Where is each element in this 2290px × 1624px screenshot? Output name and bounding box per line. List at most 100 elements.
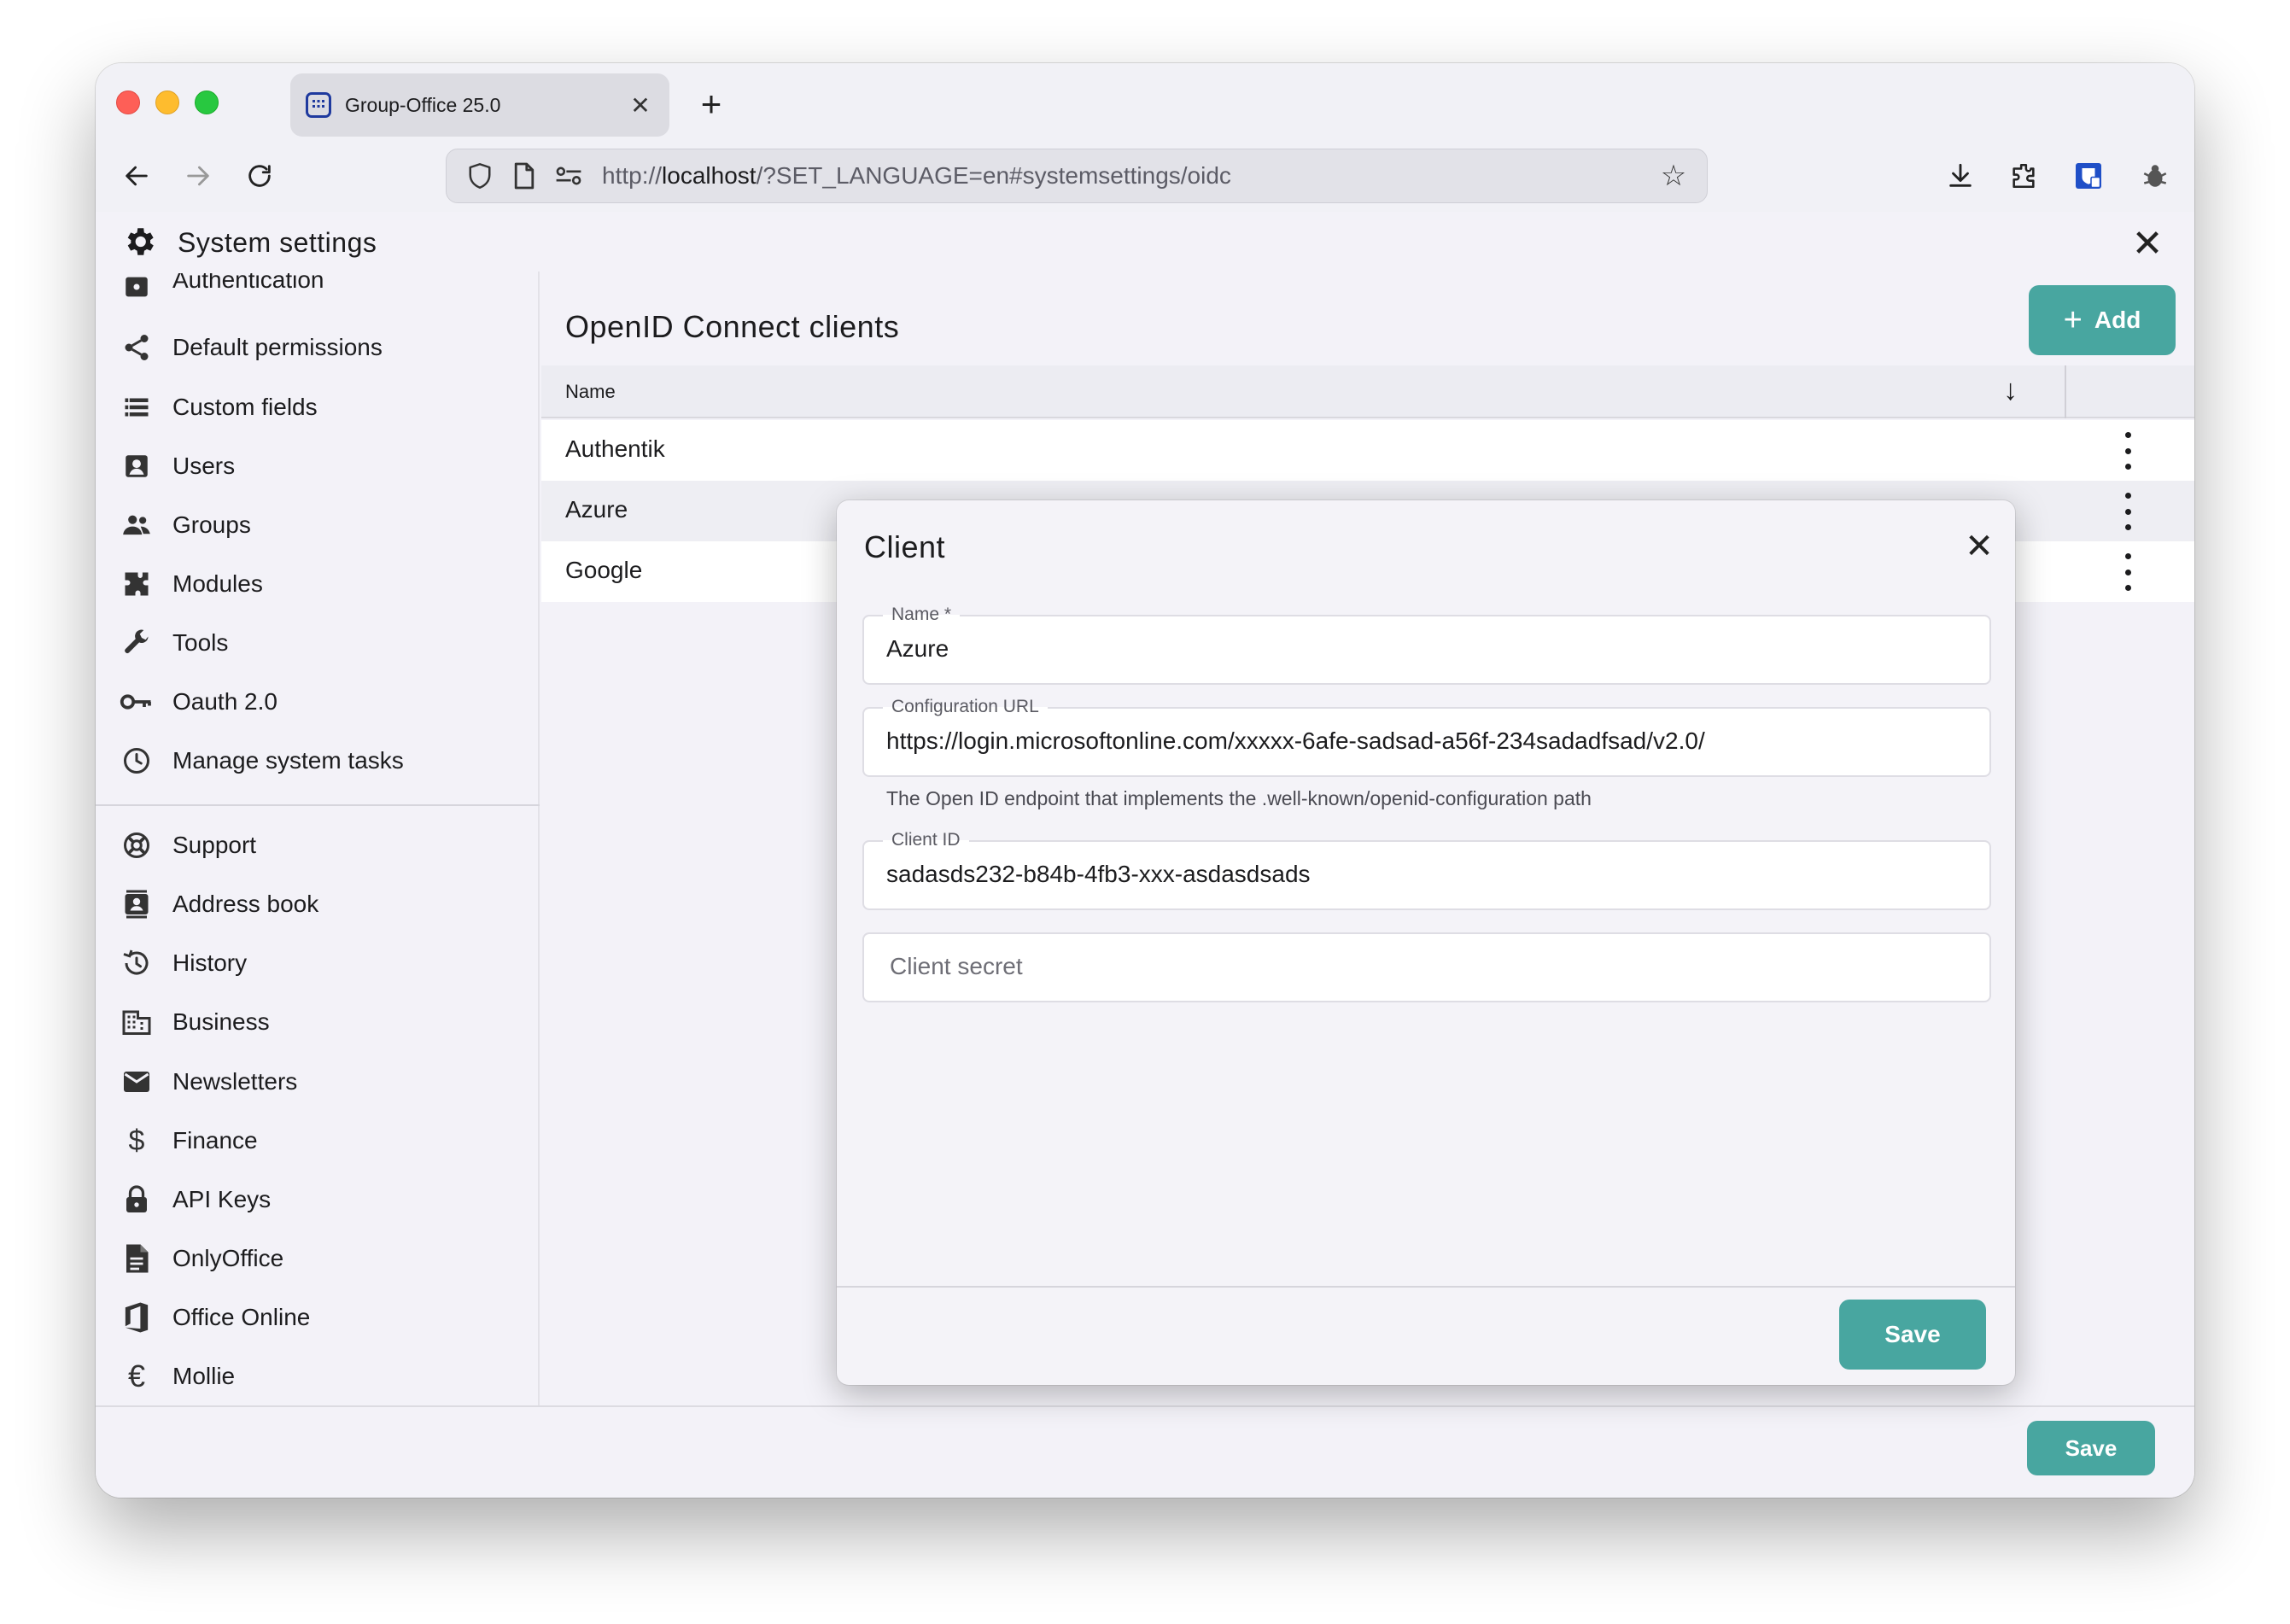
save-settings-button[interactable]: Save (2027, 1421, 2155, 1475)
user-icon (120, 449, 154, 483)
dialog-footer-divider (837, 1286, 2015, 1288)
section-title: OpenID Connect clients (565, 309, 900, 344)
sidebar-item-api-keys[interactable]: API Keys (96, 1173, 540, 1226)
page-icon[interactable] (505, 156, 544, 196)
add-client-button[interactable]: + Add (2029, 285, 2176, 355)
sidebar-item-office-online[interactable]: Office Online (96, 1291, 540, 1344)
sidebar-item-history[interactable]: History (96, 937, 540, 990)
name-field-value[interactable]: Azure (886, 635, 949, 663)
grid-header: Name ↓ (541, 365, 2194, 418)
reload-button[interactable] (236, 152, 283, 200)
document-icon (120, 1241, 154, 1276)
bitwarden-icon[interactable] (2065, 152, 2112, 200)
sidebar-item-authentication[interactable]: Authentication (96, 273, 540, 307)
more-vertical-icon[interactable] (2118, 432, 2138, 470)
reload-icon (248, 165, 271, 187)
configuration-url-label: Configuration URL (883, 697, 1048, 717)
sidebar-item-default-permissions[interactable]: Default permissions (96, 321, 540, 374)
download-icon[interactable] (1937, 152, 1984, 200)
group-icon (120, 508, 154, 542)
dollar-icon: $ (128, 1124, 145, 1157)
tab-close-icon[interactable]: ✕ (627, 91, 654, 120)
sidebar-item-address-book[interactable]: Address book (96, 878, 540, 931)
arrow-right-icon (187, 166, 209, 186)
tab-title: Group-Office 25.0 (345, 93, 501, 116)
app-header: System settings ✕ (96, 212, 2194, 272)
puzzle-icon (120, 567, 154, 601)
sidebar-item-groups[interactable]: Groups (96, 499, 540, 552)
url-bar[interactable]: http://localhost/?SET_LANGUAGE=en#system… (446, 149, 1708, 203)
sidebar-item-mollie[interactable]: € Mollie (96, 1350, 540, 1403)
client-secret-field[interactable]: Client secret (862, 932, 1991, 1002)
forward-button[interactable] (174, 152, 222, 200)
sidebar: Authentication Default permissions Custo… (96, 272, 540, 1407)
dialog-title: Client (864, 529, 946, 564)
sidebar-item-business[interactable]: Business (96, 996, 540, 1049)
history-icon (120, 946, 154, 980)
bookmark-star-icon[interactable]: ☆ (1654, 159, 1693, 193)
sidebar-item-custom-fields[interactable]: Custom fields (96, 381, 540, 434)
sidebar-item-onlyoffice[interactable]: OnlyOffice (96, 1232, 540, 1285)
address-book-icon (120, 887, 154, 921)
bug-icon[interactable] (2131, 152, 2179, 200)
sidebar-item-tools[interactable]: Tools (96, 616, 540, 669)
wrench-icon (120, 626, 154, 660)
sidebar-item-newsletters[interactable]: Newsletters (96, 1055, 540, 1108)
sidebar-item-support[interactable]: Support (96, 819, 540, 872)
close-settings-button[interactable]: ✕ (2126, 222, 2169, 266)
page-title: System settings (178, 227, 377, 258)
gear-icon (121, 224, 157, 260)
sidebar-item-users[interactable]: Users (96, 440, 540, 493)
client-id-value[interactable]: sadasds232-b84b-4fb3-xxx-asdasdsads (886, 861, 1311, 888)
list-icon (120, 390, 154, 424)
configuration-url-field[interactable]: Configuration URL https://login.microsof… (862, 697, 1991, 777)
back-button[interactable] (113, 152, 161, 200)
more-vertical-icon[interactable] (2118, 553, 2138, 591)
sort-arrow-down-icon[interactable]: ↓ (2003, 374, 2018, 407)
more-vertical-icon[interactable] (2118, 493, 2138, 530)
column-header-name[interactable]: Name (565, 381, 616, 403)
client-secret-placeholder[interactable]: Client secret (890, 953, 1023, 980)
sidebar-item-modules[interactable]: Modules (96, 558, 540, 610)
arrow-left-icon (126, 166, 148, 186)
browser-navbar: http://localhost/?SET_LANGUAGE=en#system… (96, 140, 2194, 212)
lifebuoy-icon (120, 828, 154, 862)
client-dialog: Client ✕ Name * Azure Configuration URL … (837, 500, 2015, 1385)
sidebar-item-manage-system-tasks[interactable]: Manage system tasks (96, 734, 540, 787)
table-row[interactable]: Authentik (541, 420, 2194, 481)
configuration-url-value[interactable]: https://login.microsoftonline.com/xxxxx-… (886, 727, 1705, 755)
browser-titlebar: Group-Office 25.0 ✕ + (96, 63, 2194, 140)
close-window-button[interactable] (116, 91, 140, 114)
key-icon (120, 685, 154, 719)
name-field[interactable]: Name * Azure (862, 605, 1991, 685)
office-icon (120, 1300, 154, 1335)
permissions-icon[interactable] (549, 156, 588, 196)
browser-tab-active[interactable]: Group-Office 25.0 ✕ (290, 73, 669, 137)
name-field-label: Name * (883, 605, 961, 625)
calendar-icon (306, 92, 331, 118)
configuration-url-hint: The Open ID endpoint that implements the… (886, 787, 1592, 809)
new-tab-button[interactable]: + (690, 79, 733, 130)
lock-icon (120, 1183, 154, 1217)
save-client-button[interactable]: Save (1839, 1300, 1986, 1370)
client-id-label: Client ID (883, 830, 969, 850)
plus-icon: + (2063, 302, 2083, 338)
column-separator[interactable] (2065, 365, 2066, 418)
sidebar-item-finance[interactable]: $ Finance (96, 1114, 540, 1167)
sidebar-divider (96, 804, 540, 806)
maximize-window-button[interactable] (195, 91, 219, 114)
client-id-field[interactable]: Client ID sadasds232-b84b-4fb3-xxx-asdas… (862, 830, 1991, 910)
sidebar-item-oauth[interactable]: Oauth 2.0 (96, 675, 540, 728)
minimize-window-button[interactable] (155, 91, 179, 114)
mail-icon (120, 1065, 154, 1099)
extensions-icon[interactable] (2000, 152, 2048, 200)
settings-footer: Save (96, 1405, 2194, 1498)
share-icon (120, 330, 154, 365)
clock-icon (120, 744, 154, 778)
close-icon[interactable]: ✕ (1962, 528, 1996, 565)
shield-icon[interactable] (460, 156, 499, 196)
authentication-icon (120, 273, 154, 304)
euro-icon: € (127, 1358, 146, 1393)
url-text[interactable]: http://localhost/?SET_LANGUAGE=en#system… (602, 162, 1654, 190)
browser-window: Group-Office 25.0 ✕ + http://localhost/?… (96, 63, 2194, 1498)
